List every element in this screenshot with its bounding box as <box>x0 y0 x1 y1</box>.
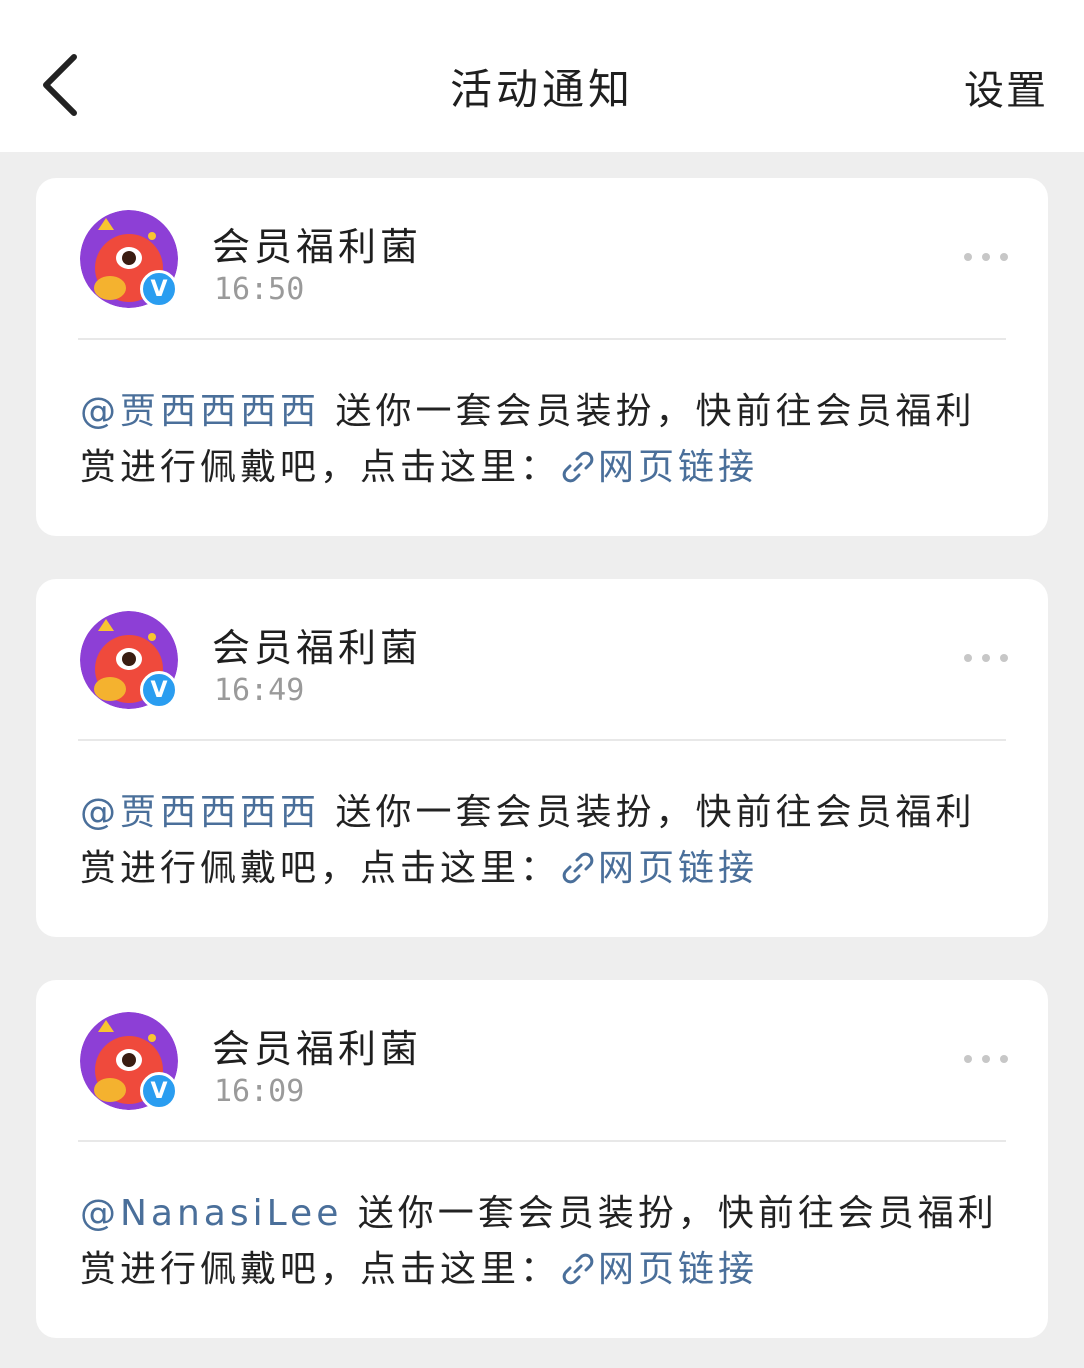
top-bar: 活动通知 设置 <box>0 0 1084 152</box>
web-link[interactable]: 网页链接 <box>560 848 758 889</box>
user-mention[interactable]: @NanasiLee <box>80 1193 342 1234</box>
more-dots-icon <box>964 654 972 662</box>
user-mention[interactable]: @贾西西西西 <box>80 792 320 833</box>
settings-button[interactable]: 设置 <box>964 58 1048 116</box>
notification-message: @NanasiLee 送你一套会员装扮，快前往会员福利赏进行佩戴吧，点击这里：网… <box>80 1186 998 1298</box>
page-title: 活动通知 <box>449 65 634 114</box>
more-dot <box>1000 253 1008 261</box>
notification-message: @贾西西西西 送你一套会员装扮，快前往会员福利赏进行佩戴吧，点击这里： 网页链接 <box>80 785 998 897</box>
timestamp: 16:50 <box>214 272 305 307</box>
more-dot <box>1000 1055 1008 1063</box>
more-options-button[interactable] <box>964 248 1008 266</box>
verified-badge-icon: V <box>140 671 178 709</box>
sender-name[interactable]: 会员福利菌 <box>212 216 422 271</box>
link-icon <box>562 1253 594 1285</box>
more-dots-icon <box>964 1055 972 1063</box>
notification-card: V 会员福利菌 16:50 @贾西西西西 送你一套会员装扮，快前往会员福利赏进行… <box>36 178 1048 536</box>
web-link-label: 网页链接 <box>598 1249 759 1290</box>
more-dot <box>1000 654 1008 662</box>
sender-name[interactable]: 会员福利菌 <box>212 617 422 672</box>
timestamp: 16:09 <box>214 1074 305 1109</box>
divider <box>78 739 1006 741</box>
link-icon <box>562 451 594 483</box>
web-link-label: 网页链接 <box>598 848 759 889</box>
notification-message: @贾西西西西 送你一套会员装扮，快前往会员福利赏进行佩戴吧，点击这里： 网页链接 <box>80 384 998 496</box>
more-dot <box>982 253 990 261</box>
notification-card: V 会员福利菌 16:09 @NanasiLee 送你一套会员装扮，快前往会员福… <box>36 980 1048 1338</box>
more-dot <box>982 654 990 662</box>
more-dots-icon <box>964 253 972 261</box>
verified-badge-icon: V <box>140 1072 178 1110</box>
divider <box>78 338 1006 340</box>
timestamp: 16:49 <box>214 673 305 708</box>
more-options-button[interactable] <box>964 1050 1008 1068</box>
verified-badge-icon: V <box>140 270 178 308</box>
sender-name[interactable]: 会员福利菌 <box>212 1018 422 1073</box>
notification-card: V 会员福利菌 16:49 @贾西西西西 送你一套会员装扮，快前往会员福利赏进行… <box>36 579 1048 937</box>
more-options-button[interactable] <box>964 649 1008 667</box>
web-link[interactable]: 网页链接 <box>560 1249 758 1290</box>
divider <box>78 1140 1006 1142</box>
more-dot <box>982 1055 990 1063</box>
user-mention[interactable]: @贾西西西西 <box>80 391 320 432</box>
link-icon <box>562 852 594 884</box>
web-link[interactable]: 网页链接 <box>560 447 758 488</box>
web-link-label: 网页链接 <box>598 447 759 488</box>
